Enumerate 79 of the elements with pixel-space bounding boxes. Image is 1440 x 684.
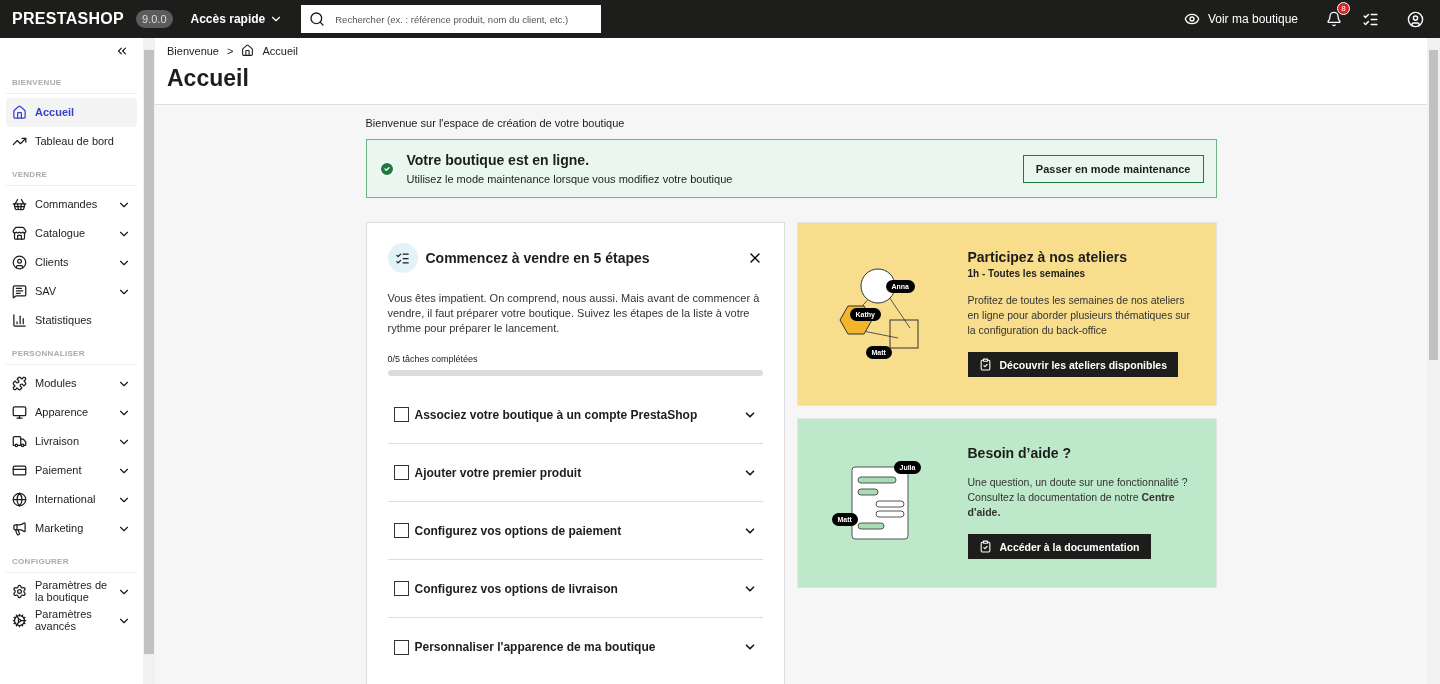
user-circle-icon — [12, 255, 27, 270]
home-icon — [12, 105, 27, 120]
sidebar-item[interactable]: Paiement — [6, 456, 137, 485]
card-text: Une question, un doute sur une fonctionnalité ? Consultez la documentation de notre Centre d'aide. — [967, 475, 1189, 520]
credit-card-icon — [12, 463, 27, 478]
checklist-icon — [387, 243, 418, 273]
checkbox[interactable] — [393, 639, 409, 655]
bar-chart-icon — [12, 313, 27, 328]
sidebar-item[interactable]: Marketing — [6, 514, 137, 543]
section-title: BIENVENUE — [6, 78, 137, 94]
checklist-step[interactable]: Ajouter votre premier produit — [387, 444, 763, 502]
search-bar[interactable]: Rechercher (ex. : référence produit, nom du client, etc.) — [301, 5, 602, 33]
sidebar-item[interactable]: Tableau de bord — [6, 127, 137, 156]
status-title: Votre boutique est en ligne. — [406, 152, 591, 168]
store-icon — [12, 226, 27, 241]
truck-icon — [12, 434, 27, 449]
checklist-step[interactable]: Associez votre boutique à un compte PrestaShop — [387, 386, 763, 444]
notification-count: 8 — [1337, 2, 1350, 15]
scrollbar[interactable] — [144, 50, 154, 654]
sidebar-item[interactable]: Paramètres avancés — [6, 606, 137, 635]
sidebar-item[interactable]: SAV — [6, 277, 137, 306]
clipboard-icon — [978, 358, 992, 371]
checklist-step[interactable]: Configurez vos options de livraison — [387, 560, 763, 618]
sidebar-item[interactable]: Accueil — [6, 98, 137, 127]
sidebar-item[interactable]: Paramètres de la boutique — [6, 577, 137, 606]
sidebar-item[interactable]: Modules — [6, 369, 137, 398]
logo[interactable]: PRESTASHOP — [12, 10, 125, 28]
checklist-title: Commencez à vendre en 5 étapes — [425, 250, 651, 266]
sidebar-item[interactable]: Apparence — [6, 398, 137, 427]
clipboard-icon — [978, 540, 992, 553]
page-title: Accueil — [167, 65, 250, 92]
card-subtitle: 1h - Toutes les semaines — [967, 268, 1087, 279]
section-title: CONFIGURER — [6, 557, 137, 573]
maintenance-button[interactable]: Passer en mode maintenance — [1022, 154, 1204, 183]
welcome-text: Bienvenue sur l'espace de création de votre boutique — [365, 117, 626, 129]
eye-icon — [1183, 11, 1200, 27]
documentation-button[interactable]: Accéder à la documentation — [967, 534, 1151, 559]
basket-icon — [12, 197, 27, 212]
breadcrumb-link[interactable]: Bienvenue — [167, 44, 219, 57]
checkbox[interactable] — [393, 407, 409, 422]
section-title: VENDRE — [6, 170, 137, 186]
checkbox[interactable] — [393, 523, 409, 538]
checkbox[interactable] — [393, 465, 409, 480]
megaphone-icon — [12, 521, 27, 536]
checklist-step[interactable]: Personnaliser l'apparence de ma boutique — [387, 618, 763, 676]
card-text: Profitez de toutes les semaines de nos ateliers en ligne pour aborder plusieurs thématiques sur la configuration du back-office — [967, 293, 1191, 338]
cog-icon — [12, 613, 27, 628]
card-title: Participez à nos ateliers — [967, 249, 1129, 265]
chat-icon — [12, 284, 27, 299]
breadcrumb-separator: > — [227, 44, 234, 57]
puzzle-icon — [12, 376, 27, 391]
checkbox[interactable] — [393, 581, 409, 596]
scrollbar[interactable] — [1429, 50, 1438, 360]
checklist-intro: Vous êtes impatient. On comprend, nous aussi. Mais avant de commencer à vendre, il faut préparer votre boutique. Suivez les étapes de la liste à votre rythme pour préparer le lancement. — [387, 291, 761, 336]
notifications-icon[interactable] — [1326, 11, 1342, 27]
sidebar-item[interactable]: Catalogue — [6, 219, 137, 248]
sidebar-item[interactable]: Clients — [6, 248, 137, 277]
section-title: PERSONNALISER — [6, 349, 137, 365]
sidebar-item[interactable]: Statistiques — [6, 306, 137, 335]
view-shop-link[interactable]: Voir ma boutique — [1183, 11, 1298, 27]
card-title: Besoin d’aide ? — [967, 445, 1072, 461]
progress-label: 0/5 tâches complétées — [387, 354, 479, 364]
gear-icon — [12, 584, 27, 599]
monitor-icon — [12, 405, 27, 420]
sidebar-item[interactable]: Livraison — [6, 427, 137, 456]
collapse-icon[interactable] — [115, 44, 129, 58]
search-icon — [309, 11, 326, 27]
home-icon — [241, 44, 255, 57]
breadcrumb-link[interactable]: Accueil — [262, 44, 298, 57]
version-badge: 9.0.0 — [136, 10, 173, 28]
workshops-button[interactable]: Découvrir les ateliers disponibles — [967, 352, 1178, 377]
checklist-step[interactable]: Configurez vos options de paiement — [387, 502, 763, 560]
sidebar-item[interactable]: Commandes — [6, 190, 137, 219]
sidebar-item[interactable]: International — [6, 485, 137, 514]
globe-icon — [12, 492, 27, 507]
account-icon[interactable] — [1407, 10, 1424, 28]
quick-access-button[interactable]: Accès rapide — [184, 11, 290, 27]
status-text: Utilisez le mode maintenance lorsque vous modifiez votre boutique — [406, 173, 734, 185]
check-circle-icon — [378, 160, 395, 177]
